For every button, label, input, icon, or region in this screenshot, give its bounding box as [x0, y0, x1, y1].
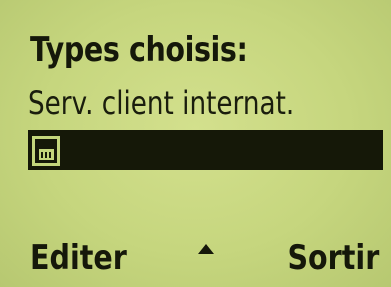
sim-card-icon — [32, 136, 60, 166]
phone-lcd-screen: Types choisis: Serv. client internat. Ed… — [0, 0, 391, 287]
softkey-bar: Editer Sortir — [0, 238, 391, 286]
list-item-selected[interactable] — [28, 130, 383, 170]
list-item-service[interactable]: Serv. client internat. — [28, 84, 294, 122]
screen-title: Types choisis: — [30, 30, 248, 70]
up-arrow-icon[interactable] — [197, 242, 215, 262]
edit-softkey[interactable]: Editer — [30, 238, 127, 278]
exit-softkey[interactable]: Sortir — [287, 238, 379, 278]
